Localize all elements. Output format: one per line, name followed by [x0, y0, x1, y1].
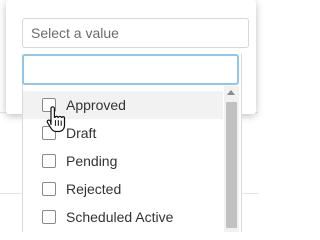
scroll-up-arrow-icon[interactable] [227, 90, 235, 95]
checkbox[interactable] [42, 98, 56, 112]
option-label: Approved [66, 97, 126, 113]
option-label: Rejected [66, 181, 122, 197]
options-list: Approved Draft Pending Rejected Schedule… [23, 91, 223, 231]
checkbox[interactable] [42, 126, 56, 140]
checkbox[interactable] [42, 210, 56, 224]
option-label: Pending [66, 153, 118, 169]
value-select-placeholder: Select a value [31, 25, 119, 41]
option-pending[interactable]: Pending [23, 147, 223, 175]
option-label: Draft [66, 125, 97, 141]
checkbox[interactable] [42, 154, 56, 168]
option-label: Scheduled Active [66, 209, 174, 225]
option-draft[interactable]: Draft [23, 119, 223, 147]
value-select[interactable]: Select a value [22, 18, 249, 48]
option-rejected[interactable]: Rejected [23, 175, 223, 203]
options-search-input[interactable] [22, 54, 239, 85]
options-scrollbar[interactable] [224, 86, 239, 232]
option-approved[interactable]: Approved [23, 91, 223, 119]
option-scheduled-active[interactable]: Scheduled Active [23, 203, 223, 231]
checkbox[interactable] [42, 182, 56, 196]
scrollbar-thumb[interactable] [226, 102, 237, 228]
